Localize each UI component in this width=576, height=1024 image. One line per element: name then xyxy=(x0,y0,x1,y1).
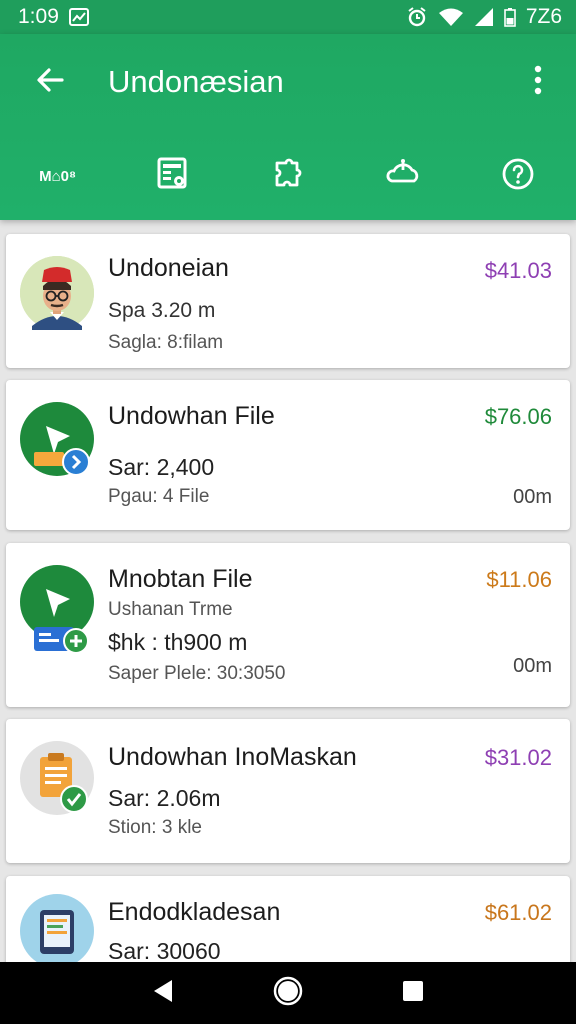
list-item[interactable]: Mnobtan File Ushanan Trme $hk : th900 m … xyxy=(6,543,570,707)
status-time: 1:09 xyxy=(18,5,59,28)
item-size: Sar: 2,400 xyxy=(108,454,215,480)
battery-text: 7Z6 xyxy=(525,5,562,28)
puzzle-icon xyxy=(271,157,305,196)
signal-icon xyxy=(474,7,494,27)
item-title: Undoneian xyxy=(108,254,229,282)
system-navigation-bar xyxy=(0,962,576,1024)
status-bar: 1:09 7Z6 xyxy=(0,0,576,34)
item-price: $61.02 xyxy=(484,900,552,925)
nav-back-button[interactable] xyxy=(143,973,183,1013)
tab-help[interactable] xyxy=(461,152,576,200)
item-title: Undowhan File xyxy=(108,402,275,430)
person-avatar-icon xyxy=(20,256,94,330)
item-price: $11.06 xyxy=(486,567,552,592)
circle-home-icon xyxy=(272,975,304,1012)
tab-bar: M⌂0⁸ xyxy=(0,152,576,200)
nav-home-button[interactable] xyxy=(268,973,308,1013)
item-size: Sar: 2.06m xyxy=(108,785,221,811)
wifi-icon xyxy=(438,7,464,27)
list-item[interactable]: Endodkladesan Sar: 30060 $61.02 xyxy=(6,876,570,962)
more-vert-icon xyxy=(534,65,542,100)
item-size: $hk : th900 m xyxy=(108,629,248,655)
tab-files[interactable] xyxy=(115,152,230,200)
tab-puzzle[interactable] xyxy=(230,152,345,200)
tab-home-label: M⌂0⁸ xyxy=(39,167,77,185)
list-item[interactable]: Undowhan InoMaskan Sar: 2.06m Stion: 3 k… xyxy=(6,719,570,863)
document-icon xyxy=(156,157,190,196)
nav-recents-button[interactable] xyxy=(393,973,433,1013)
file-app-avatar-icon xyxy=(20,565,94,654)
file-list: Undoneian Spa 3.20 m Sagla: 8:filam $41.… xyxy=(0,230,576,962)
overflow-menu-button[interactable] xyxy=(524,62,552,102)
item-detail: Saper Plele: 30:3050 xyxy=(108,663,286,684)
square-recents-icon xyxy=(402,980,424,1007)
item-detail: Sagla: 8:filam xyxy=(108,332,224,353)
list-item[interactable]: Undoneian Spa 3.20 m Sagla: 8:filam $41.… xyxy=(6,234,570,368)
app-bar: Undonæsian M⌂0⁸ xyxy=(0,34,576,220)
gallery-notification-icon xyxy=(68,8,89,26)
list-item[interactable]: Undowhan File Sar: 2,400 Pgau: 4 File $7… xyxy=(6,380,570,530)
tablet-avatar-icon xyxy=(20,894,94,962)
item-size: Spa 3.20 m xyxy=(108,299,216,322)
file-app-avatar-icon xyxy=(20,402,94,476)
help-icon xyxy=(501,157,535,196)
item-price: $41.03 xyxy=(484,258,552,283)
item-price: $76.06 xyxy=(484,404,552,429)
tab-home[interactable]: M⌂0⁸ xyxy=(0,152,115,200)
item-duration: 00m xyxy=(513,655,552,677)
item-duration: 00m xyxy=(513,486,552,508)
back-button[interactable] xyxy=(30,62,70,102)
clipboard-avatar-icon xyxy=(20,741,94,815)
page-title: Undonæsian xyxy=(108,64,284,99)
triangle-back-icon xyxy=(151,978,175,1009)
item-title: Undowhan InoMaskan xyxy=(108,743,357,771)
alarm-icon xyxy=(406,6,428,28)
item-subtitle: Ushanan Trme xyxy=(108,599,233,620)
item-title: Mnobtan File xyxy=(108,565,253,593)
item-detail: Stion: 3 kle xyxy=(108,817,202,838)
item-title: Endodkladesan xyxy=(108,898,281,926)
item-price: $31.02 xyxy=(484,745,552,770)
battery-icon xyxy=(504,7,516,27)
item-detail: Pgau: 4 File xyxy=(108,486,210,507)
item-size: Sar: 30060 xyxy=(108,938,221,962)
arrow-left-icon xyxy=(35,65,65,100)
tab-cloud[interactable] xyxy=(346,152,461,200)
cloud-icon xyxy=(384,157,422,196)
